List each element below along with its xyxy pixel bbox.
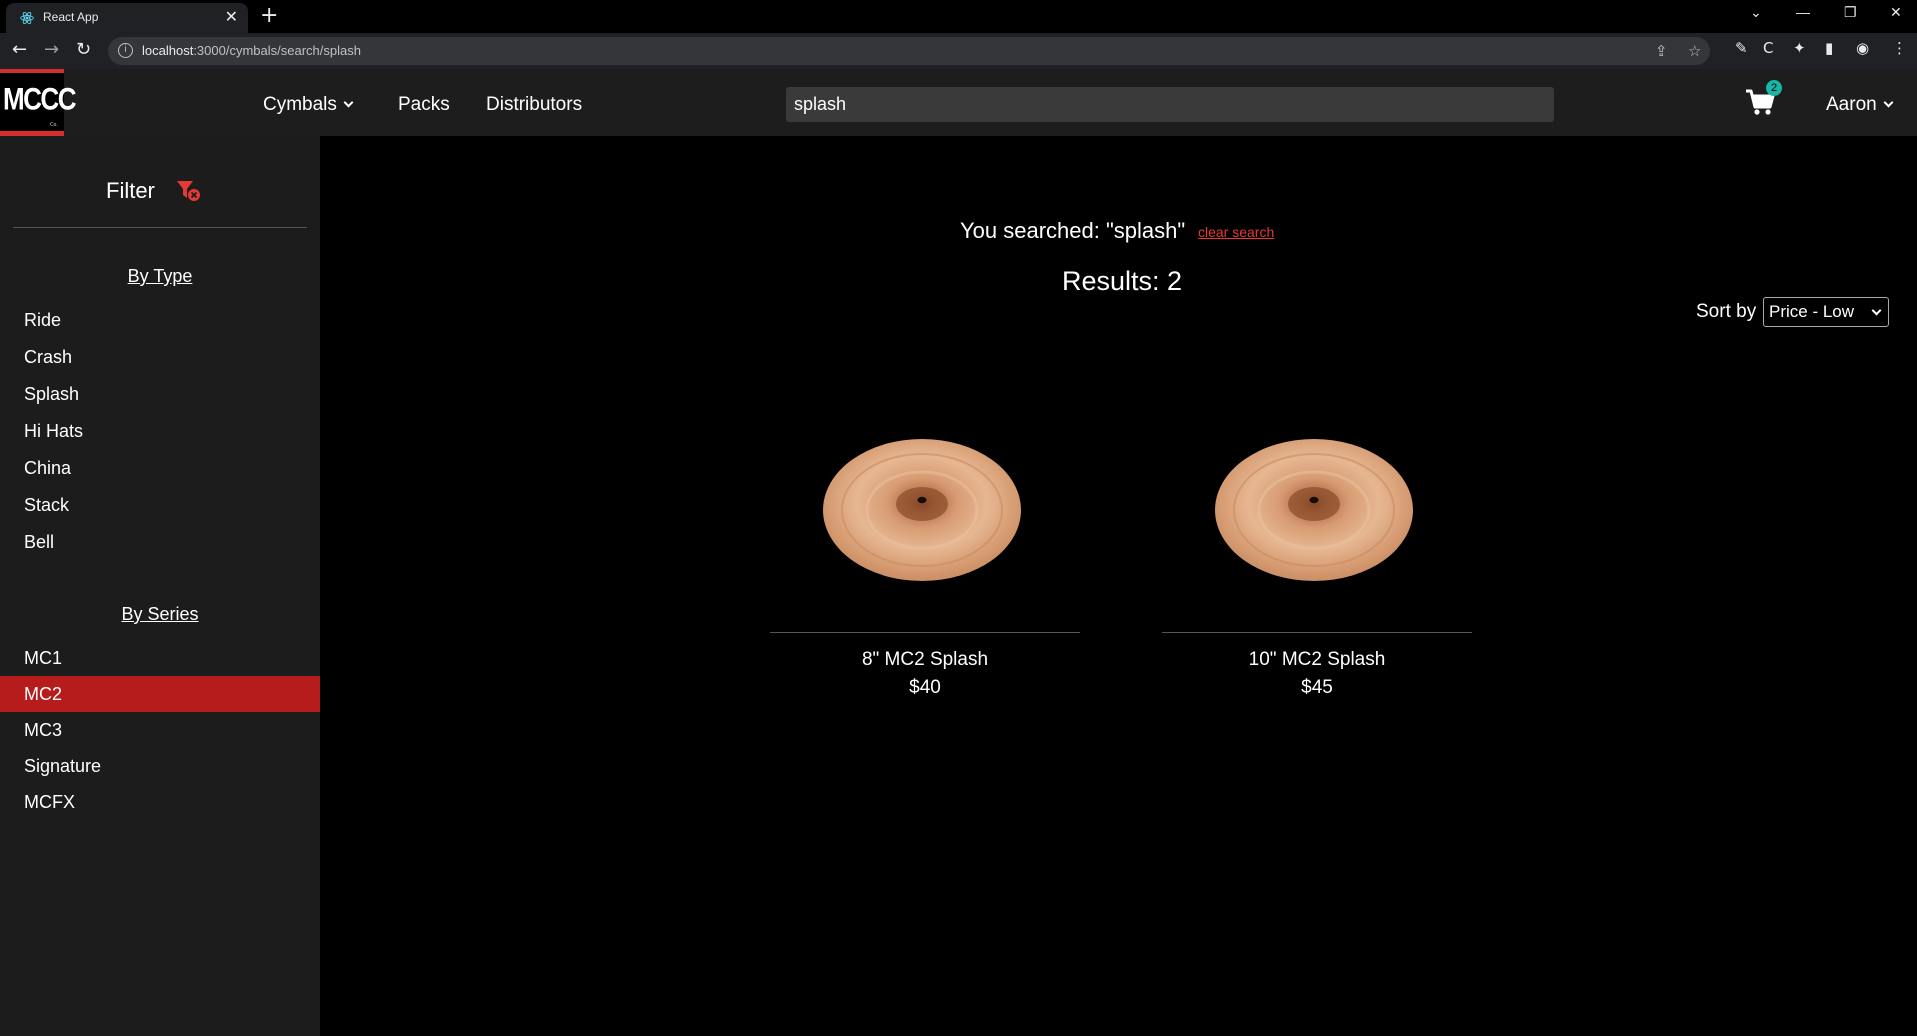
series-item-mc1[interactable]: MC1 bbox=[0, 640, 320, 676]
filter-sidebar: Filter By Type Ride Crash Splash Hi Hats… bbox=[0, 136, 320, 1036]
url-path: :3000/cymbals/search/splash bbox=[193, 43, 361, 58]
by-type-heading: By Type bbox=[127, 266, 193, 286]
nav-distributors[interactable]: Distributors bbox=[486, 94, 582, 116]
series-item-signature[interactable]: Signature bbox=[0, 748, 320, 784]
clear-search-link[interactable]: clear search bbox=[1198, 224, 1274, 240]
restore-button[interactable]: ❐ bbox=[1844, 4, 1857, 21]
cymbal-image[interactable] bbox=[822, 438, 1022, 583]
type-item-stack[interactable]: Stack bbox=[0, 487, 320, 523]
browser-tabbar: React App ✕ + ⌄ — ❐ ✕ bbox=[0, 0, 1917, 33]
reload-icon[interactable]: ↻ bbox=[76, 40, 91, 60]
extension-pencil-icon[interactable]: ✎ bbox=[1735, 39, 1748, 57]
site-info-icon[interactable]: i bbox=[118, 43, 133, 58]
filter-title: Filter bbox=[106, 178, 155, 203]
logo[interactable]: MCCC Co. bbox=[0, 69, 77, 136]
logo-text: MCCC bbox=[3, 80, 77, 117]
url-text: localhost:3000/cymbals/search/splash bbox=[142, 43, 361, 58]
browser-tab[interactable]: React App ✕ bbox=[6, 3, 248, 33]
react-icon bbox=[20, 11, 34, 25]
product-card[interactable]: 10" MC2 Splash $45 bbox=[1162, 420, 1472, 710]
type-item-ride[interactable]: Ride bbox=[0, 302, 320, 338]
type-item-crash[interactable]: Crash bbox=[0, 339, 320, 375]
user-menu[interactable]: Aaron bbox=[1826, 94, 1894, 116]
chevron-down-icon bbox=[343, 97, 354, 108]
series-item-mcfx[interactable]: MCFX bbox=[0, 784, 320, 820]
product-price: $40 bbox=[909, 677, 941, 698]
minimize-button[interactable]: — bbox=[1796, 4, 1810, 20]
series-item-mc2[interactable]: MC2 bbox=[0, 676, 320, 712]
divider bbox=[770, 632, 1080, 633]
browser-toolbar: ← → ↻ i localhost:3000/cymbals/search/sp… bbox=[0, 33, 1917, 69]
sort-label: Sort by bbox=[1696, 301, 1757, 322]
chevron-down-icon bbox=[1883, 97, 1894, 108]
user-name: Aaron bbox=[1826, 94, 1877, 115]
forward-arrow-icon[interactable]: → bbox=[44, 40, 59, 60]
side-panel-icon[interactable]: ▮ bbox=[1825, 39, 1833, 57]
product-name[interactable]: 10" MC2 Splash bbox=[1162, 649, 1472, 671]
product-name[interactable]: 8" MC2 Splash bbox=[770, 649, 1080, 671]
tab-title: React App bbox=[43, 10, 99, 24]
cart-count-badge: 2 bbox=[1766, 80, 1782, 96]
search-input[interactable] bbox=[786, 87, 1554, 122]
chevron-down-icon bbox=[1871, 305, 1882, 316]
share-icon[interactable]: ⇪ bbox=[1655, 42, 1668, 60]
sort-value: Price - Low bbox=[1769, 302, 1855, 321]
type-item-hi-hats[interactable]: Hi Hats bbox=[0, 413, 320, 449]
bookmark-star-icon[interactable]: ☆ bbox=[1688, 42, 1701, 60]
type-item-splash[interactable]: Splash bbox=[0, 376, 320, 412]
series-item-mc3[interactable]: MC3 bbox=[0, 712, 320, 748]
window-close-button[interactable]: ✕ bbox=[1890, 4, 1902, 21]
nav-packs[interactable]: Packs bbox=[398, 94, 450, 116]
by-series-heading: By Series bbox=[121, 604, 199, 624]
address-bar[interactable]: i localhost:3000/cymbals/search/splash ⇪… bbox=[108, 37, 1710, 65]
tab-search-icon[interactable]: ⌄ bbox=[1750, 4, 1762, 21]
browser-menu-icon[interactable]: ⋮ bbox=[1892, 39, 1907, 57]
extension-c-icon[interactable]: C bbox=[1763, 39, 1773, 57]
product-price: $45 bbox=[1301, 677, 1333, 698]
divider bbox=[1162, 632, 1472, 633]
back-arrow-icon[interactable]: ← bbox=[12, 40, 27, 60]
results-count: Results: 2 bbox=[1062, 266, 1183, 296]
url-host: localhost bbox=[142, 43, 194, 58]
extensions-puzzle-icon[interactable]: ✦ bbox=[1793, 39, 1806, 57]
nav-cymbals-label: Cymbals bbox=[263, 94, 337, 115]
divider bbox=[13, 227, 307, 228]
tab-close-icon[interactable]: ✕ bbox=[225, 8, 238, 26]
nav-cymbals[interactable]: Cymbals bbox=[263, 94, 354, 116]
product-card[interactable]: 8" MC2 Splash $40 bbox=[770, 420, 1080, 710]
type-item-bell[interactable]: Bell bbox=[0, 524, 320, 560]
profile-avatar-icon[interactable]: ◉ bbox=[1856, 39, 1869, 57]
sort-select[interactable]: Price - Low bbox=[1763, 297, 1889, 327]
clear-filter-icon[interactable] bbox=[176, 179, 202, 203]
app-header: MCCC Co. Cymbals Packs Distributors 2 Aa… bbox=[0, 69, 1917, 136]
search-summary: You searched: "splash" bbox=[960, 218, 1186, 243]
type-item-china[interactable]: China bbox=[0, 450, 320, 486]
new-tab-button[interactable]: + bbox=[260, 3, 278, 29]
logo-subtext: Co. bbox=[49, 122, 58, 128]
cymbal-image[interactable] bbox=[1214, 438, 1414, 583]
